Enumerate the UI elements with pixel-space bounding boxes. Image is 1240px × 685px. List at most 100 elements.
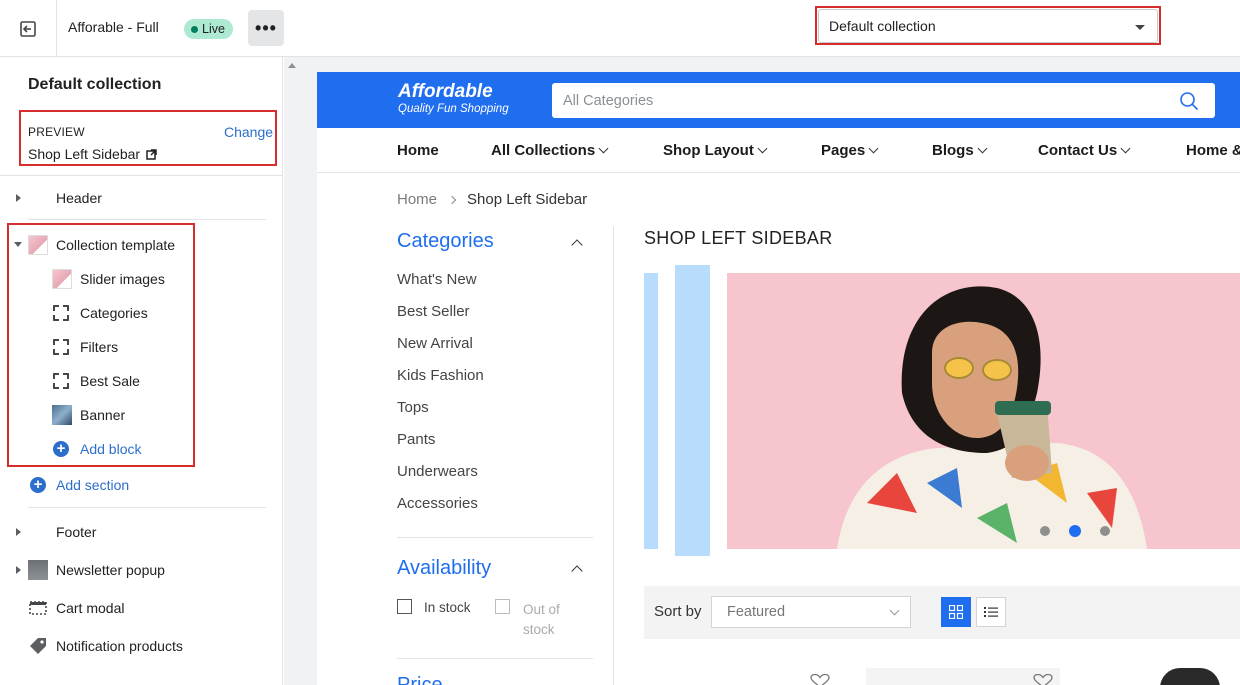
product-image-partial[interactable] xyxy=(1160,668,1220,685)
product-card[interactable] xyxy=(866,668,1060,685)
collection-slider[interactable] xyxy=(644,265,1240,556)
preview-label: PREVIEW xyxy=(28,125,85,139)
category-link[interactable]: New Arrival xyxy=(397,335,473,352)
search-icon[interactable] xyxy=(1179,91,1199,111)
nav-pages[interactable]: Pages xyxy=(821,142,879,159)
product-card[interactable] xyxy=(644,668,838,685)
add-block-label: Add block xyxy=(80,441,142,457)
list-icon xyxy=(984,607,998,617)
section-header[interactable]: Header xyxy=(0,183,283,213)
sort-select-value: Featured xyxy=(727,604,786,620)
section-newsletter-popup[interactable]: Newsletter popup xyxy=(0,555,283,585)
nav-all-collections[interactable]: All Collections xyxy=(491,142,609,159)
expand-arrow-icon xyxy=(16,194,21,202)
category-link[interactable]: What's New xyxy=(397,271,477,288)
preview-value-label: Shop Left Sidebar xyxy=(28,146,141,162)
category-link[interactable]: Kids Fashion xyxy=(397,367,484,384)
caret-down-icon xyxy=(1135,25,1145,30)
section-collection-template[interactable]: Collection template xyxy=(0,230,283,260)
expand-arrow-icon xyxy=(16,528,21,536)
scroll-up-arrow-icon[interactable] xyxy=(288,63,296,68)
slide-decor xyxy=(644,273,658,549)
slider-thumb-icon xyxy=(28,235,48,255)
list-view-button[interactable] xyxy=(976,597,1006,627)
editor-topbar: Afforable - Full Live ••• Default collec… xyxy=(0,0,1240,57)
store-tagline: Quality Fun Shopping xyxy=(398,103,509,115)
nav-blogs[interactable]: Blogs xyxy=(932,142,988,159)
section-footer[interactable]: Footer xyxy=(0,517,283,547)
slider-dot-active[interactable] xyxy=(1069,525,1081,537)
external-link-icon xyxy=(146,148,157,160)
out-of-stock-checkbox[interactable] xyxy=(495,599,510,614)
out-of-stock-label: Out of stock xyxy=(523,602,560,637)
sidebar-divider xyxy=(28,507,266,508)
slide-image xyxy=(727,273,1240,549)
store-search-input[interactable]: All Categories xyxy=(552,83,1215,118)
collapse-arrow-icon xyxy=(14,242,22,247)
nav-contact-us[interactable]: Contact Us xyxy=(1038,142,1131,159)
chevron-up-icon[interactable] xyxy=(571,239,583,251)
more-actions-button[interactable]: ••• xyxy=(248,10,284,46)
theme-name: Afforable - Full xyxy=(68,19,159,35)
breadcrumb-current: Shop Left Sidebar xyxy=(467,191,588,208)
preview-change-link[interactable]: Change xyxy=(224,124,273,140)
add-section-label: Add section xyxy=(56,477,130,493)
category-link[interactable]: Underwears xyxy=(397,463,478,480)
exit-editor-button[interactable] xyxy=(0,0,57,57)
store-logo[interactable]: Affordable xyxy=(398,81,493,103)
product-toolbar: Sort by Featured xyxy=(644,586,1240,639)
template-select-value: Default collection xyxy=(829,18,936,34)
image-thumb-icon xyxy=(52,269,72,289)
preview-value[interactable]: Shop Left Sidebar xyxy=(28,146,157,162)
breadcrumb-home[interactable]: Home xyxy=(397,191,437,208)
categories-title[interactable]: Categories xyxy=(397,230,494,253)
block-label: Slider images xyxy=(80,271,165,287)
category-link[interactable]: Accessories xyxy=(397,495,478,512)
chevron-up-icon[interactable] xyxy=(571,565,583,577)
chevron-down-icon xyxy=(977,143,988,154)
nav-home-more[interactable]: Home & xyxy=(1186,142,1240,159)
slider-dot[interactable] xyxy=(1100,526,1110,536)
store-header: Affordable Quality Fun Shopping All Cate… xyxy=(317,72,1240,128)
sidebar-divider xyxy=(0,175,283,176)
block-banner[interactable]: Banner xyxy=(0,400,283,430)
block-label: Banner xyxy=(80,407,126,423)
section-notification-products[interactable]: Notification products xyxy=(0,631,283,661)
grid-icon xyxy=(949,605,963,619)
grid-view-button[interactable] xyxy=(941,597,971,627)
nav-shop-layout[interactable]: Shop Layout xyxy=(663,142,768,159)
in-stock-checkbox[interactable] xyxy=(397,599,412,614)
ellipsis-icon: ••• xyxy=(255,17,277,38)
nav-home[interactable]: Home xyxy=(397,142,439,159)
chevron-down-icon xyxy=(889,605,900,616)
availability-title[interactable]: Availability xyxy=(397,557,491,580)
chevron-down-icon xyxy=(868,143,879,154)
sidebar-divider-vertical xyxy=(613,226,614,685)
block-slider-images[interactable]: Slider images xyxy=(0,264,283,294)
exit-icon xyxy=(20,20,36,37)
block-icon xyxy=(53,305,69,321)
heart-icon[interactable] xyxy=(1033,674,1053,685)
block-filters[interactable]: Filters xyxy=(0,332,283,362)
category-link[interactable]: Pants xyxy=(397,431,435,448)
price-title[interactable]: Price xyxy=(397,674,443,685)
sort-select[interactable]: Featured xyxy=(711,596,911,628)
add-block-button[interactable]: + Add block xyxy=(0,434,283,464)
plus-circle-icon: + xyxy=(30,477,46,493)
block-categories[interactable]: Categories xyxy=(0,298,283,328)
section-cart-modal[interactable]: Cart modal xyxy=(0,593,283,623)
heart-icon[interactable] xyxy=(810,674,830,685)
store-preview: Affordable Quality Fun Shopping All Cate… xyxy=(317,72,1240,685)
add-section-button[interactable]: + Add section xyxy=(0,470,283,500)
sidebar-scrollbar[interactable] xyxy=(284,57,300,685)
filter-divider xyxy=(397,537,593,538)
block-best-sale[interactable]: Best Sale xyxy=(0,366,283,396)
slider-dot[interactable] xyxy=(1040,526,1050,536)
section-cart-modal-label: Cart modal xyxy=(56,600,125,616)
chevron-right-icon xyxy=(447,195,457,204)
block-label: Best Sale xyxy=(80,373,140,389)
category-link[interactable]: Best Seller xyxy=(397,303,470,320)
slide-decor xyxy=(675,265,710,556)
template-select[interactable]: Default collection xyxy=(818,9,1158,43)
category-link[interactable]: Tops xyxy=(397,399,429,416)
